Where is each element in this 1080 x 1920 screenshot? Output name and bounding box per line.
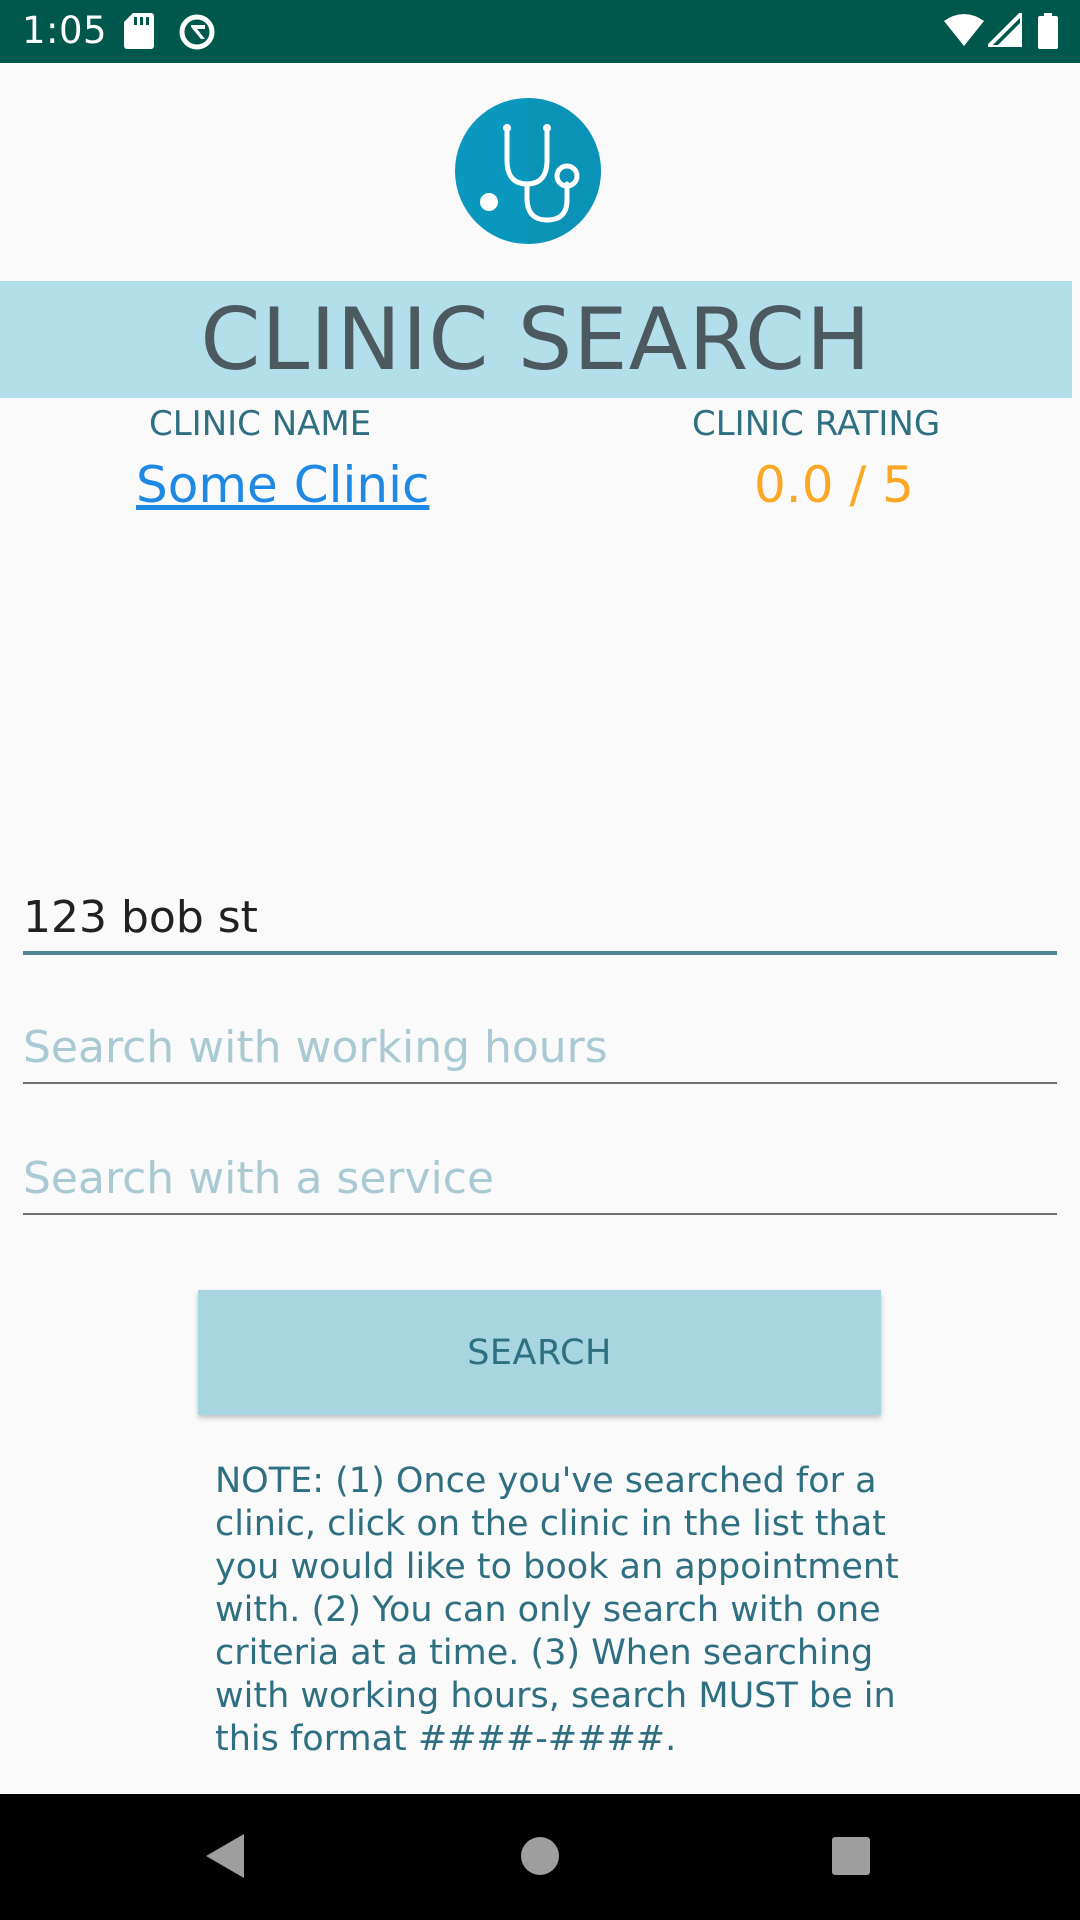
back-icon[interactable] (204, 1832, 246, 1880)
working-hours-search-input[interactable] (23, 1012, 1057, 1082)
address-search-input[interactable] (23, 882, 1057, 952)
working-hours-input-underline (23, 1082, 1057, 1084)
service-input-underline (23, 1213, 1057, 1215)
data-saver-icon (179, 14, 215, 50)
cell-signal-icon (988, 13, 1022, 47)
service-search-input[interactable] (23, 1143, 1057, 1213)
status-time: 1:05 (22, 9, 108, 52)
page-title: CLINIC SEARCH (200, 289, 872, 390)
search-button[interactable]: SEARCH (198, 1290, 881, 1415)
clinic-name-link[interactable]: Some Clinic (136, 456, 429, 514)
recents-icon[interactable] (831, 1832, 871, 1880)
address-input-underline (23, 951, 1057, 955)
clinic-search-screen: 1:05 CLINIC SEARCH CLINIC NAME CLINIC RA… (0, 0, 1080, 1920)
status-bar: 1:05 (0, 0, 1080, 63)
clinic-name-header: CLINIC NAME (149, 404, 372, 444)
battery-icon (1038, 13, 1058, 49)
home-icon[interactable] (520, 1832, 560, 1880)
navigation-bar (0, 1794, 1080, 1920)
clinic-rating-value: 0.0 / 5 (754, 456, 914, 514)
search-note: NOTE: (1) Once you've searched for a cli… (215, 1461, 899, 1759)
wifi-icon (944, 14, 984, 46)
title-banner: CLINIC SEARCH (0, 281, 1072, 398)
sd-card-icon (124, 13, 154, 49)
clinic-rating-header: CLINIC RATING (692, 404, 941, 444)
stethoscope-icon (455, 98, 601, 244)
